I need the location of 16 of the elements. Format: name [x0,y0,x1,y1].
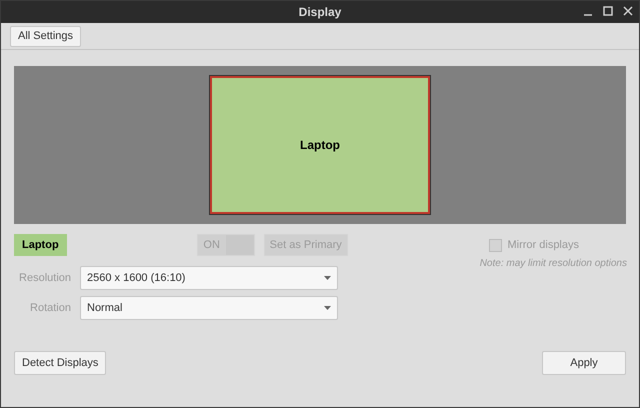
mirror-note: Note: may limit resolution options [480,257,627,271]
caret-icon [324,276,331,280]
detect-displays-button[interactable]: Detect Displays [14,351,106,375]
window-title: Display [298,4,342,21]
monitor-label: Laptop [300,137,340,154]
all-settings-button[interactable]: All Settings [10,26,82,46]
setting-label: Resolution [18,270,71,286]
caret-icon [324,306,331,310]
monitor[interactable]: Laptop [210,76,430,214]
setting-label: Rotation [29,300,71,316]
apply-button[interactable]: Apply [542,351,626,375]
dropdown[interactable]: Normal [80,296,338,320]
output-name: Laptop [14,234,67,256]
dropdown[interactable]: 2560 x 1600 (16:10) [80,266,338,290]
maximize-icon[interactable] [603,6,613,16]
close-icon[interactable] [623,6,633,16]
